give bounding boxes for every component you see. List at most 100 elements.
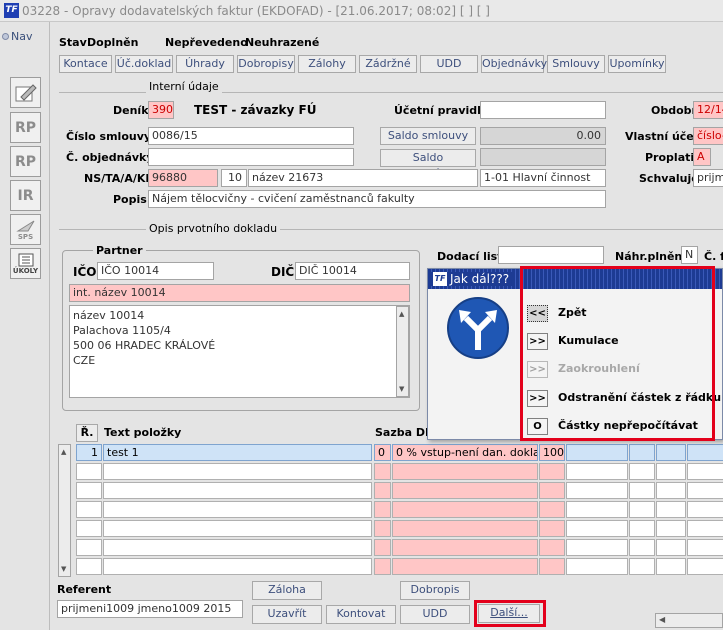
ir-icon[interactable]: IR	[10, 180, 41, 211]
dobropis-button[interactable]: Dobropis	[400, 581, 470, 600]
table-cell[interactable]	[687, 444, 723, 461]
table-cell[interactable]	[103, 463, 372, 480]
table-cell[interactable]	[103, 482, 372, 499]
obdobi-field[interactable]: 12/14	[693, 101, 723, 119]
vlastni-ucet-field[interactable]: číslo-	[693, 127, 723, 145]
table-cell[interactable]	[656, 444, 686, 461]
table-cell[interactable]	[687, 501, 723, 518]
popis-field[interactable]: Nájem tělocvičny - cvičení zaměstnanců f…	[148, 190, 606, 208]
table-cell[interactable]	[103, 539, 372, 556]
udd-button[interactable]: UDD	[400, 605, 470, 624]
table-cell[interactable]: test 1	[103, 444, 372, 461]
table-cell[interactable]	[103, 520, 372, 537]
table-cell[interactable]	[539, 558, 565, 575]
row-number-cell[interactable]	[76, 520, 102, 537]
tab-kontace[interactable]: Kontace	[59, 55, 112, 73]
row-number-cell[interactable]: 1	[76, 444, 102, 461]
table-cell[interactable]	[566, 558, 628, 575]
scroll-left-icon[interactable]: ◀	[659, 615, 665, 624]
table-cell[interactable]: 0 % vstup-není dan. doklad -	[392, 444, 538, 461]
tab-uhrady[interactable]: Úhrady	[176, 55, 234, 73]
table-cell[interactable]	[103, 558, 372, 575]
saldo-objednavky-button[interactable]: Saldo objednávky	[380, 149, 476, 180]
table-cell[interactable]	[539, 501, 565, 518]
table-cell[interactable]	[629, 482, 655, 499]
ns-field[interactable]: 96880	[148, 169, 218, 187]
row-number-cell[interactable]	[76, 501, 102, 518]
table-cell[interactable]	[374, 463, 391, 480]
table-cell[interactable]	[687, 482, 723, 499]
table-cell[interactable]	[566, 482, 628, 499]
tab-smlouvy[interactable]: Smlouvy	[547, 55, 605, 73]
dodaci-list-field[interactable]	[498, 246, 604, 264]
ico-field[interactable]: IČO 10014	[97, 262, 214, 280]
table-cell[interactable]	[374, 501, 391, 518]
rp-icon[interactable]: RP	[10, 112, 41, 143]
table-cell[interactable]	[374, 520, 391, 537]
uzavrit-button[interactable]: Uzavřít	[252, 605, 322, 624]
table-scrollbar[interactable]: ▲ ▼	[58, 444, 71, 577]
table-cell[interactable]	[687, 539, 723, 556]
table-cell[interactable]	[566, 501, 628, 518]
ta-field[interactable]: 10	[221, 169, 247, 187]
table-cell[interactable]	[392, 482, 538, 499]
proplatit-field[interactable]: A	[693, 148, 711, 166]
ucetni-pravidlo-field[interactable]	[480, 101, 606, 119]
edit-icon[interactable]	[10, 77, 41, 108]
tab-zadrzne[interactable]: Zádržné	[359, 55, 417, 73]
referent-field[interactable]: prijmeni1009 jmeno1009 2015	[57, 600, 243, 618]
table-cell[interactable]	[539, 520, 565, 537]
tab-dobropisy[interactable]: Dobropisy	[237, 55, 295, 73]
table-cell[interactable]	[687, 558, 723, 575]
table-cell[interactable]	[566, 444, 628, 461]
table-cell[interactable]	[656, 463, 686, 480]
table-cell[interactable]	[629, 520, 655, 537]
horizontal-scrollbar[interactable]: ◀	[655, 613, 723, 628]
table-cell[interactable]: 0	[374, 444, 391, 461]
scroll-down-icon[interactable]: ▼	[61, 565, 66, 573]
table-cell[interactable]	[629, 539, 655, 556]
ta-name-field[interactable]: název 21673	[248, 169, 478, 187]
rp-icon[interactable]: RP	[10, 146, 41, 177]
ukoly-icon[interactable]: ÚKOLY	[10, 248, 41, 279]
table-cell[interactable]	[566, 463, 628, 480]
table-cell[interactable]	[392, 539, 538, 556]
kp-field[interactable]: 1-01 Hlavní činnost	[480, 169, 606, 187]
table-cell[interactable]	[656, 501, 686, 518]
table-cell[interactable]	[687, 463, 723, 480]
table-cell[interactable]	[539, 463, 565, 480]
nav-toggle[interactable]: Nav	[2, 30, 32, 43]
table-cell[interactable]	[374, 558, 391, 575]
table-cell[interactable]	[656, 539, 686, 556]
column-r-button[interactable]: Ř.	[76, 424, 98, 442]
table-cell[interactable]	[656, 520, 686, 537]
row-number-cell[interactable]	[76, 482, 102, 499]
table-cell[interactable]	[656, 558, 686, 575]
table-cell[interactable]	[656, 482, 686, 499]
schvaluje-field[interactable]: prijme	[693, 169, 723, 187]
row-number-cell[interactable]	[76, 539, 102, 556]
tab-zalohy[interactable]: Zálohy	[298, 55, 356, 73]
scroll-up-icon[interactable]: ▲	[61, 448, 66, 456]
saldo-smlouvy-button[interactable]: Saldo smlouvy	[380, 127, 476, 145]
partner-int-name[interactable]: int. název 10014	[69, 284, 410, 302]
table-cell[interactable]	[687, 520, 723, 537]
tab-udd[interactable]: UDD	[420, 55, 478, 73]
nahr-plneni-field[interactable]: N	[681, 246, 698, 264]
table-cell[interactable]	[392, 520, 538, 537]
table-cell[interactable]	[103, 501, 372, 518]
table-cell[interactable]	[539, 539, 565, 556]
zaloha-button[interactable]: Záloha	[252, 581, 322, 600]
kontovat-button[interactable]: Kontovat	[326, 605, 396, 624]
table-cell[interactable]	[539, 482, 565, 499]
tab-objednavky[interactable]: Objednávky	[481, 55, 547, 73]
table-cell[interactable]	[629, 463, 655, 480]
row-number-cell[interactable]	[76, 463, 102, 480]
table-cell[interactable]	[629, 501, 655, 518]
tab-upominky[interactable]: Upomínky	[608, 55, 666, 73]
address-scrollbar[interactable]: ▲ ▼	[396, 306, 409, 397]
scroll-up-icon[interactable]: ▲	[399, 310, 404, 318]
scroll-down-icon[interactable]: ▼	[399, 385, 404, 393]
table-cell[interactable]	[392, 558, 538, 575]
table-cell[interactable]: 100	[539, 444, 565, 461]
